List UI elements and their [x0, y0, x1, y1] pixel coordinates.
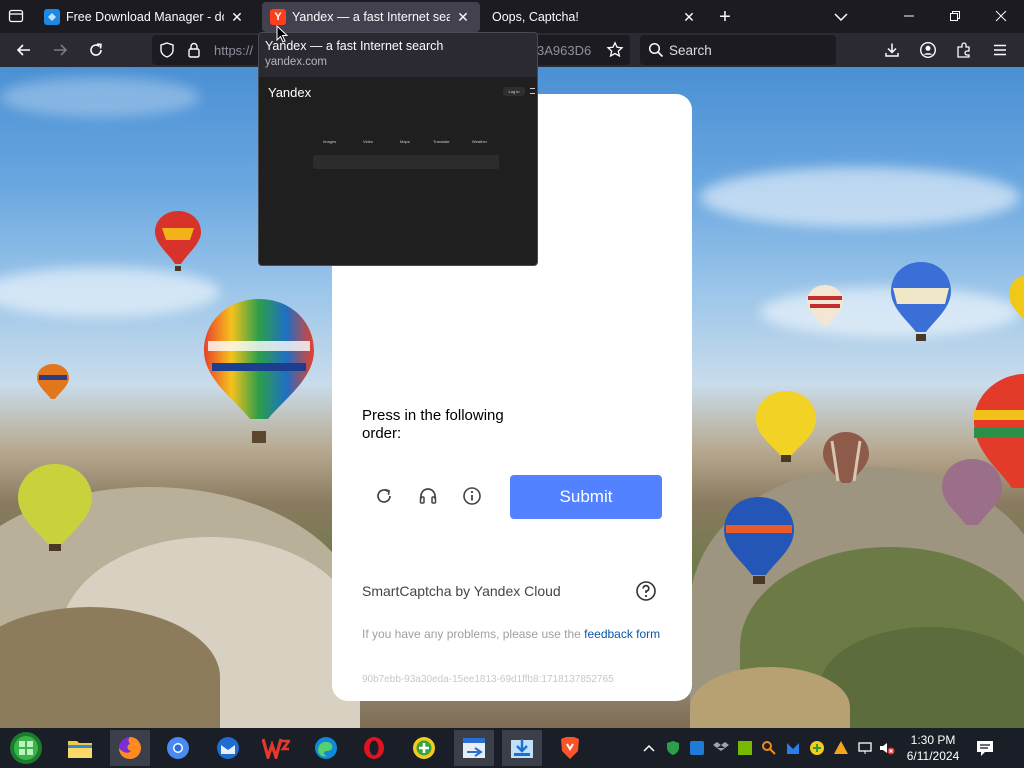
green-app-taskbar-icon[interactable] — [404, 730, 444, 766]
help-question-icon[interactable] — [635, 580, 657, 602]
preview-menu-icon — [530, 88, 535, 94]
windows-taskbar: 1:30 PM 6/11/2024 — [0, 728, 1024, 768]
menu-hamburger-icon[interactable] — [986, 36, 1014, 64]
network-tray-icon[interactable] — [856, 739, 874, 757]
hot-air-balloon-mauve — [942, 459, 1002, 525]
tab-title: Free Download Manager - down — [66, 10, 224, 24]
hot-air-balloon-small-left — [37, 364, 69, 399]
preview-yandex-logo: Yandex — [268, 85, 312, 100]
restore-icon[interactable] — [932, 0, 978, 32]
preview-thumbnail: Yandex Log in Images Video Maps Translat… — [259, 77, 537, 265]
tab-overview-icon[interactable] — [4, 4, 28, 28]
system-clock[interactable]: 1:30 PM 6/11/2024 — [900, 732, 966, 764]
hot-air-balloon-striped — [807, 285, 843, 325]
tab-yandex[interactable]: Y Yandex — a fast Internet search ✕ — [262, 2, 480, 32]
nvidia-tray-icon[interactable] — [736, 739, 754, 757]
refresh-captcha-icon[interactable] — [371, 483, 397, 509]
show-hidden-icons-chevron-icon[interactable] — [640, 739, 658, 757]
mouse-cursor-icon — [276, 25, 288, 43]
account-icon[interactable] — [914, 36, 942, 64]
back-arrow-icon[interactable] — [10, 36, 38, 64]
hot-air-balloon-blue — [891, 262, 951, 341]
tab-free-download-manager[interactable]: Free Download Manager - down ✕ — [36, 2, 254, 32]
close-window-icon[interactable] — [978, 0, 1024, 32]
preview-nav-weather: Weather — [472, 139, 488, 144]
url-text: https:// — [214, 43, 254, 58]
tab-strip: Free Download Manager - down ✕ Y Yandex … — [0, 0, 1024, 33]
green-plus-tray-icon[interactable] — [808, 739, 826, 757]
clock-date: 6/11/2024 — [906, 749, 960, 763]
orange-alert-tray-icon[interactable] — [832, 739, 850, 757]
speaker-muted-tray-icon[interactable] — [878, 739, 896, 757]
hot-air-balloon-red — [155, 211, 201, 271]
opera-taskbar-icon[interactable] — [354, 730, 394, 766]
wps-office-taskbar-icon[interactable] — [256, 730, 296, 766]
download-app-taskbar-icon[interactable] — [502, 730, 542, 766]
lock-icon[interactable] — [184, 40, 204, 65]
info-icon[interactable] — [459, 483, 485, 509]
downloads-icon[interactable] — [878, 36, 906, 64]
search-bar[interactable]: Search — [640, 35, 836, 65]
preview-nav-maps: Maps — [400, 139, 410, 144]
hot-air-balloon-large — [204, 299, 314, 443]
hot-air-balloon-yellow-left — [18, 464, 92, 551]
preview-nav-images: Images — [323, 139, 337, 144]
extensions-icon[interactable] — [950, 36, 978, 64]
url-text-tail: 3A963D6 — [537, 43, 592, 58]
notifications-icon[interactable] — [974, 737, 996, 759]
problems-notice: If you have any problems, please use the… — [362, 626, 662, 642]
chromium-taskbar-icon[interactable] — [158, 730, 198, 766]
malwarebytes-tray-icon[interactable] — [784, 739, 802, 757]
captcha-instruction: Press in the following order: — [362, 407, 504, 442]
search-placeholder: Search — [669, 43, 712, 58]
clock-time: 1:30 PM — [910, 733, 956, 747]
captcha-token: 90b7ebb-93a30eda-15ee1813-69d1ffb8:17181… — [362, 674, 614, 685]
start-button[interactable] — [6, 730, 46, 766]
new-tab-icon[interactable]: + — [712, 4, 738, 30]
fdm-favicon-icon — [44, 9, 60, 25]
preview-nav-video: Video — [363, 139, 374, 144]
tracking-shield-icon[interactable] — [156, 39, 178, 66]
preview-url: yandex.com — [265, 56, 328, 68]
submit-button[interactable]: Submit — [510, 475, 662, 519]
tab-title: Yandex — a fast Internet search — [292, 10, 450, 24]
hot-air-balloon-yellow — [756, 391, 816, 462]
preview-title: Yandex — a fast Internet search — [265, 39, 444, 53]
forward-arrow-icon[interactable] — [46, 36, 74, 64]
problems-text: If you have any problems, please use the — [362, 627, 585, 641]
preview-nav-translate: Translate — [433, 139, 450, 144]
tab-oops-captcha[interactable]: Oops, Captcha! ✕ — [484, 2, 706, 32]
thunderbird-taskbar-icon[interactable] — [208, 730, 248, 766]
shield-check-tray-icon[interactable] — [664, 739, 682, 757]
file-explorer-icon[interactable] — [60, 730, 100, 766]
close-tab-icon[interactable]: ✕ — [228, 8, 246, 26]
close-tab-icon[interactable]: ✕ — [454, 8, 472, 26]
blue-app-taskbar-icon[interactable] — [454, 730, 494, 766]
feedback-form-link[interactable]: feedback form — [584, 627, 660, 641]
firefox-taskbar-icon[interactable] — [110, 730, 150, 766]
yandex-favicon-icon: Y — [270, 9, 286, 25]
blue-square-tray-icon[interactable] — [688, 739, 706, 757]
brave-taskbar-icon[interactable] — [550, 730, 590, 766]
start-orb-icon — [10, 732, 42, 764]
smartcaptcha-brand: SmartCaptcha by Yandex Cloud — [362, 583, 561, 599]
list-all-tabs-icon[interactable] — [828, 4, 854, 30]
preview-search-field — [313, 155, 499, 169]
dropbox-tray-icon[interactable] — [712, 739, 730, 757]
tab-hover-preview: Yandex — a fast Internet search yandex.c… — [258, 32, 538, 266]
reload-icon[interactable] — [82, 36, 110, 64]
search-icon — [648, 42, 664, 61]
bookmark-star-icon[interactable] — [602, 37, 628, 63]
tab-title: Oops, Captcha! — [492, 10, 579, 24]
preview-login-button: Log in — [503, 87, 525, 96]
hot-air-balloon-brown — [823, 432, 869, 483]
minimize-icon[interactable] — [886, 0, 932, 32]
hot-air-balloon-blue-lower — [724, 497, 794, 584]
edge-taskbar-icon[interactable] — [306, 730, 346, 766]
audio-captcha-headphones-icon[interactable] — [415, 483, 441, 509]
hot-air-balloon-yellow-right — [1009, 276, 1024, 319]
close-tab-icon[interactable]: ✕ — [680, 8, 698, 26]
key-tray-icon[interactable] — [760, 739, 778, 757]
